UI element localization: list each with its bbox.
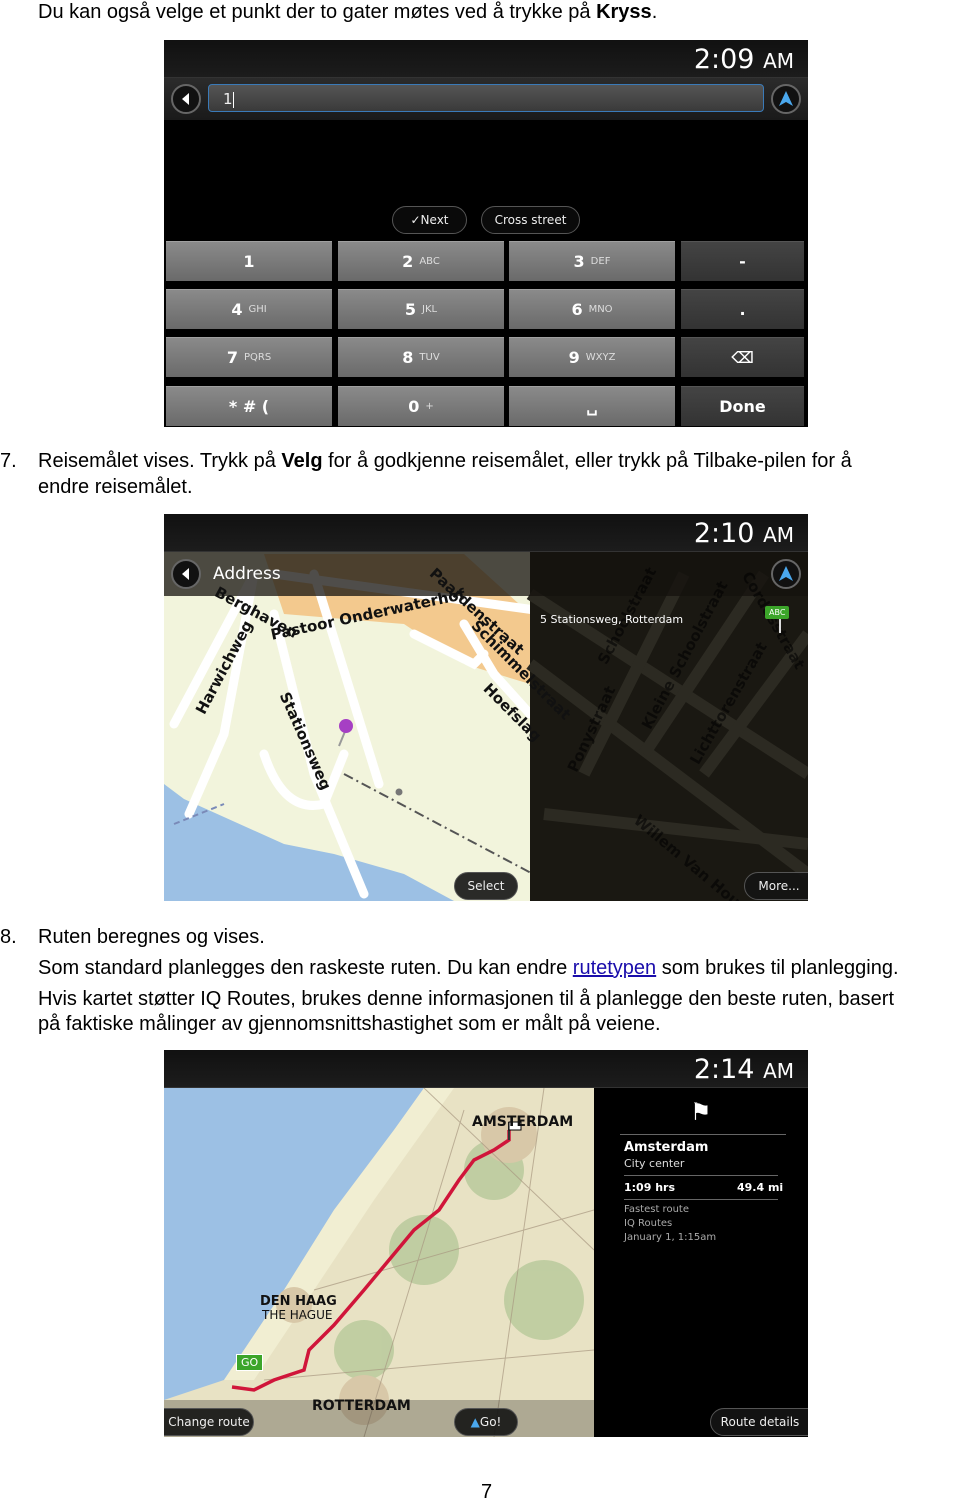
check-icon: ✓ [410,213,421,227]
key-label: ⌫ [731,348,754,367]
cross-street-button[interactable]: Cross street [481,206,580,234]
key-label: 1 [243,252,255,271]
departure-date: January 1, 1:15am [624,1232,717,1243]
key-letters: JKL [422,304,438,315]
route-map[interactable] [164,1050,594,1437]
key-button[interactable]: 5 JKL [338,289,504,329]
key-label: 3 [573,252,585,271]
key-button[interactable]: Done [681,386,804,426]
search-row: 1 [164,78,808,120]
address-label: 5 Stationsweg, Rotterdam [540,613,684,626]
step8-line1: Ruten beregnes og vises. [38,926,265,948]
key-label: 8 [402,348,414,367]
intro-post: . [651,1,658,23]
destination-name: Amsterdam [624,1140,709,1155]
city-label: AMSTERDAM [472,1114,574,1130]
intro-bold: Kryss [596,1,652,23]
keypad-screenshot: 2:09 AM 1 ✓ Next Cross street 1 2 ABC 3 DEF - 4… [164,40,808,427]
key-label: 0 [408,397,420,416]
key-letters: PQRS [243,352,272,363]
step8-para1: Som standard planlegges den raskeste rut… [38,957,899,979]
key-button[interactable]: 2 ABC [338,241,504,281]
header-title: Address [213,564,281,584]
step7-line2: endre reisemålet. [38,476,193,498]
key-button[interactable]: 1 [166,241,332,281]
divider [620,1134,786,1135]
intro-text: Du kan også velge et punkt der to gater … [38,0,657,24]
key-button[interactable]: ⌫ [681,337,804,377]
route-duration: 1:09 hrs [624,1181,675,1194]
routing-info: IQ Routes [624,1218,673,1229]
key-label: 6 [571,300,583,319]
go-button[interactable]: ▲ Go! [454,1408,518,1436]
checkered-flag-icon: ⚑ [690,1098,712,1126]
key-button[interactable]: 6 MNO [509,289,675,329]
city-label: THE HAGUE [262,1308,333,1322]
status-bar: 2:09 AM [164,40,808,78]
key-letters: WXYZ [585,352,616,363]
key-button[interactable]: 3 DEF [509,241,675,281]
route-type-link[interactable]: rutetypen [573,957,656,979]
start-go-marker: GO [236,1354,264,1371]
clock: 2:09 AM [693,44,794,75]
key-label: ␣ [586,397,598,416]
city-label: ROTTERDAM [312,1398,411,1414]
key-label: 5 [404,300,417,319]
key-letters: MNO [588,304,613,315]
address-map-screenshot: Berghaven Pastoor Onderwaterhof Paardens… [164,514,808,901]
key-label: . [739,300,746,319]
key-button[interactable]: 0 + [338,386,504,426]
key-letters: DEF [590,256,611,267]
change-route-button[interactable]: Change route [164,1408,254,1436]
route-overview-screenshot: GO AMSTERDAM DEN HAAG THE HAGUE ROTTERDA… [164,1050,808,1437]
street-sign-icon: ABC [765,606,790,633]
key-label: * # ( [228,397,270,416]
step-number: 7. [0,450,17,472]
intro-pre: Du kan også velge et punkt der to gater … [38,1,597,23]
route-distance: 49.4 mi [737,1181,784,1194]
step-number: 8. [0,926,17,948]
route-type: Fastest route [624,1204,689,1215]
key-label: 7 [226,348,238,367]
key-button[interactable]: 4 GHI [166,289,332,329]
search-input[interactable]: 1 [208,84,764,112]
key-label: Done [719,397,766,416]
key-button[interactable]: 9 WXYZ [509,337,675,377]
step8-para2-line2: på faktiske målinger av gjennomsnittshas… [38,1013,661,1035]
key-button[interactable]: ␣ [509,386,675,426]
key-button[interactable]: . [681,289,804,329]
navigation-arrow-icon[interactable] [771,559,801,589]
status-bar: 2:14 AM [164,1050,808,1088]
next-button[interactable]: ✓ Next [392,206,467,234]
back-arrow-icon[interactable] [171,559,201,589]
more-button[interactable]: More... [744,872,808,900]
clock: 2:14 AM [693,1054,794,1085]
step7-line1: Reisemålet vises. Trykk på Velg for å go… [38,450,852,472]
key-label: 9 [568,348,580,367]
page-number: 7 [481,1481,493,1503]
back-arrow-icon[interactable] [171,84,201,114]
select-button[interactable]: Select [454,872,518,900]
key-letters: TUV [419,352,440,363]
step8-para2-line1: Hvis kartet støtter IQ Routes, brukes de… [38,988,895,1010]
destination-sub: City center [624,1157,685,1170]
key-button[interactable]: - [681,241,804,281]
clock: 2:10 AM [693,518,794,549]
divider [624,1199,778,1200]
route-details-button[interactable]: Route details [710,1408,808,1436]
key-letters: ABC [419,256,440,267]
navigation-arrow-icon[interactable] [771,84,801,114]
key-letters: + [425,401,434,412]
key-button[interactable]: 7 PQRS [166,337,332,377]
key-letters: GHI [248,304,267,315]
key-label: - [739,252,746,271]
divider [624,1175,778,1176]
status-bar: 2:10 AM [164,514,808,552]
key-button[interactable]: * # ( [166,386,332,426]
key-label: 4 [231,300,243,319]
key-label: 2 [402,252,414,271]
key-button[interactable]: 8 TUV [338,337,504,377]
navigation-arrow-icon: ▲ [470,1415,480,1429]
city-label: DEN HAAG [260,1294,337,1309]
